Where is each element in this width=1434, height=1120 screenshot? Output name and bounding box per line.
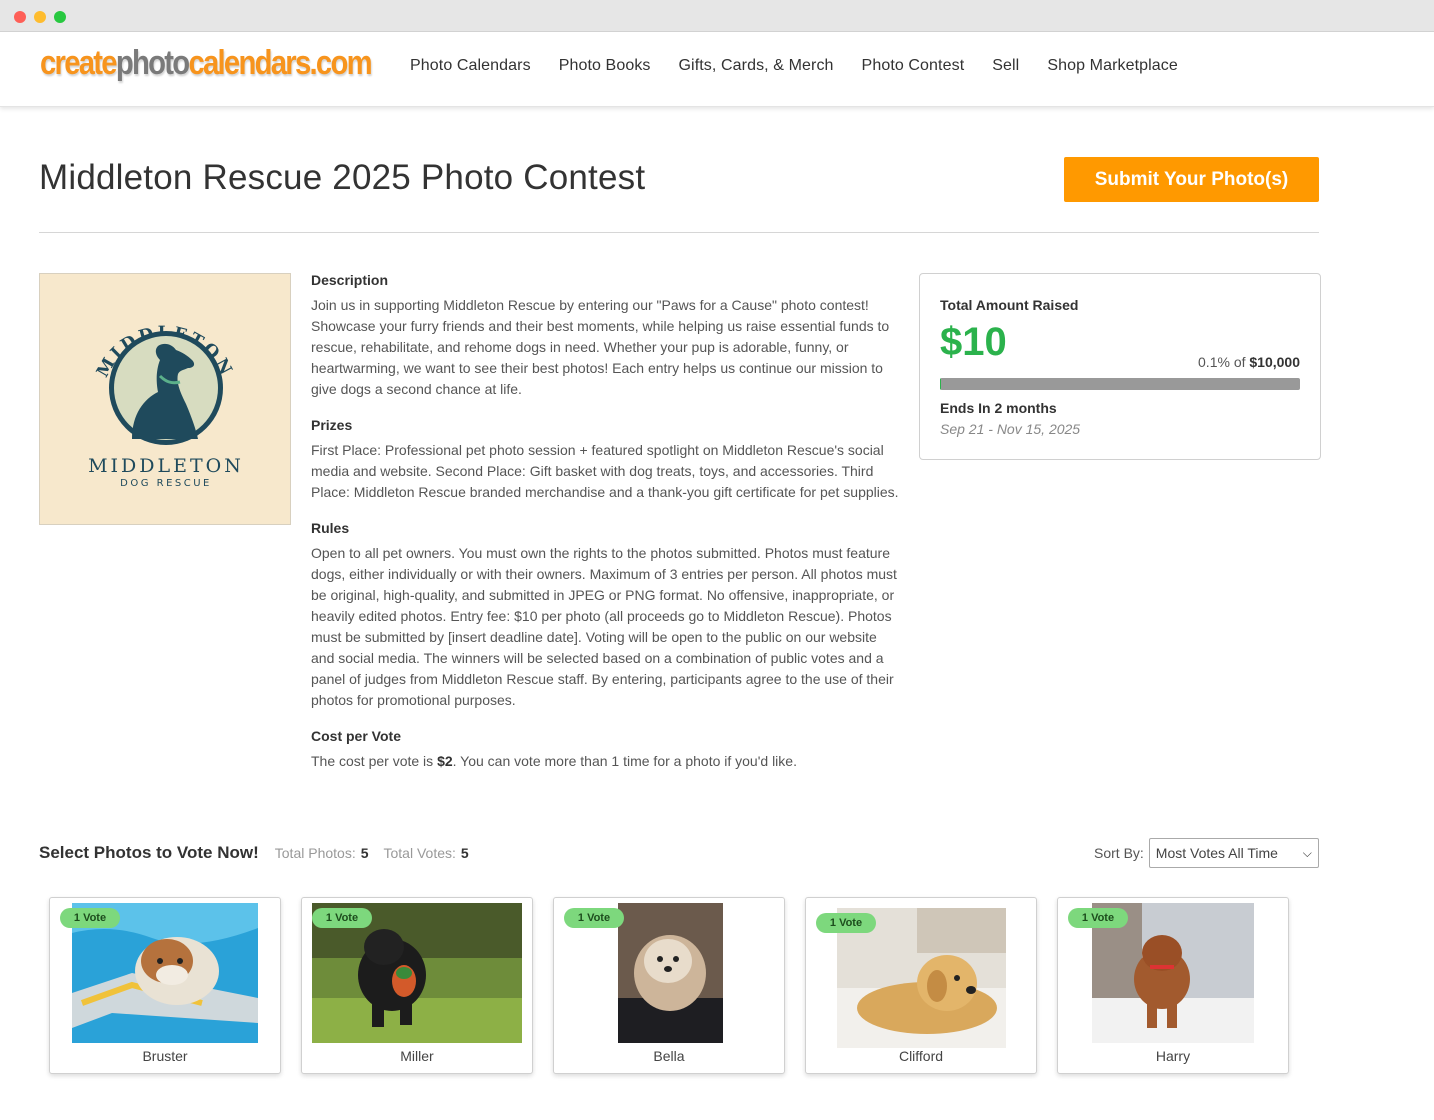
maximize-window-icon[interactable]	[54, 11, 66, 23]
photo-name: Miller	[400, 1048, 434, 1064]
logo-part-photo: photo	[115, 44, 190, 82]
cost-prefix: The cost per vote is	[311, 753, 438, 769]
sort-control: Sort By: Most Votes All Time ⌵	[1094, 838, 1319, 868]
prizes-heading: Prizes	[311, 417, 353, 433]
rules-text: Open to all pet owners. You must own the…	[311, 545, 897, 708]
bella-photo[interactable]	[618, 903, 723, 1043]
vote-count-badge: 1 Vote	[816, 913, 876, 933]
submit-photos-button[interactable]: Submit Your Photo(s)	[1064, 157, 1319, 202]
vote-count-badge: 1 Vote	[312, 908, 372, 928]
photo-name: Clifford	[898, 1048, 944, 1064]
total-photos-label: Total Photos:	[274, 845, 356, 861]
logo-part-com: .com	[309, 44, 373, 82]
goal-amount: $10,000	[1249, 354, 1300, 370]
photo-card-harry[interactable]: 1 Vote Harry	[1057, 897, 1289, 1074]
photo-name: Bella	[653, 1048, 685, 1064]
nav-photo-books[interactable]: Photo Books	[559, 57, 651, 75]
sort-select[interactable]: Most Votes All Time ⌵	[1148, 838, 1319, 868]
nav-sell[interactable]: Sell	[992, 57, 1019, 75]
fundraiser-panel: Total Amount Raised $10 0.1% of $10,000 …	[919, 273, 1321, 460]
goal-percent: 0.1% of $10,000	[1198, 354, 1300, 370]
cost-suffix: . You can vote more than 1 time for a ph…	[452, 753, 797, 769]
sort-value: Most Votes All Time	[1155, 845, 1278, 861]
prizes-text: First Place: Professional pet photo sess…	[311, 442, 899, 500]
logo-part-calendars: calendars	[188, 44, 311, 82]
raised-label: Total Amount Raised	[940, 297, 1079, 313]
contest-ends: Ends In 2 months	[940, 400, 1057, 416]
logo-subtitle-text: DOG RESCUE	[120, 478, 212, 489]
photo-entries: 1 Vote Bruster 1 Vote Miller 1 Vote Bell…	[49, 897, 1289, 1074]
nav-gifts-cards-merch[interactable]: Gifts, Cards, & Merch	[679, 57, 834, 75]
vote-count-badge: 1 Vote	[60, 908, 120, 928]
raised-amount: $10	[940, 320, 1007, 364]
total-votes-label: Total Votes:	[383, 845, 456, 861]
vote-count-badge: 1 Vote	[564, 908, 624, 928]
description-text: Join us in supporting Middleton Rescue b…	[311, 297, 890, 397]
rules-heading: Rules	[311, 520, 350, 536]
rescue-logo-graphic: MIDDLETON MIDDLETON DOG RESCUE	[88, 323, 244, 489]
logo-part-create: create	[40, 44, 118, 82]
voting-title: Select Photos to Vote Now!	[39, 843, 259, 862]
site-logo[interactable]: createphotocalendars.com	[40, 44, 373, 83]
chevron-down-icon: ⌵	[1302, 845, 1312, 860]
vote-count-badge: 1 Vote	[1068, 908, 1128, 928]
photo-card-bella[interactable]: 1 Vote Bella	[553, 897, 785, 1074]
total-photos-value: 5	[360, 845, 369, 861]
voting-header: Select Photos to Vote Now! Total Photos:…	[39, 843, 484, 863]
sort-label: Sort By:	[1094, 845, 1144, 861]
window-titlebar	[0, 0, 1434, 32]
contest-details: Description Join us in supporting Middle…	[311, 272, 903, 789]
fundraiser-progress-bar	[940, 378, 1300, 390]
contest-logo-image: MIDDLETON MIDDLETON DOG RESCUE	[39, 273, 291, 525]
nav-photo-contest[interactable]: Photo Contest	[862, 57, 965, 75]
description-heading: Description	[311, 272, 389, 288]
nav-shop-marketplace[interactable]: Shop Marketplace	[1047, 57, 1178, 75]
photo-name: Harry	[1155, 1048, 1191, 1064]
cost-text: The cost per vote is $2. You can vote mo…	[311, 751, 903, 772]
photo-card-bruster[interactable]: 1 Vote Bruster	[49, 897, 281, 1074]
site-navbar: createphotocalendars.com Photo Calendars…	[0, 32, 1434, 107]
photo-card-miller[interactable]: 1 Vote Miller	[301, 897, 533, 1074]
cost-amount: $2	[437, 753, 453, 769]
contest-dates: Sep 21 - Nov 15, 2025	[940, 421, 1081, 437]
goal-percent-text: 0.1% of	[1198, 354, 1246, 370]
total-votes-value: 5	[460, 845, 469, 861]
cost-heading: Cost per Vote	[311, 728, 401, 744]
photo-card-clifford[interactable]: 1 Vote Clifford	[805, 897, 1037, 1074]
nav-photo-calendars[interactable]: Photo Calendars	[410, 57, 531, 75]
header-divider	[39, 232, 1319, 233]
photo-name: Bruster	[142, 1048, 188, 1064]
main-nav: Photo Calendars Photo Books Gifts, Cards…	[410, 57, 1178, 75]
minimize-window-icon[interactable]	[34, 11, 46, 23]
page-title: Middleton Rescue 2025 Photo Contest	[39, 158, 646, 197]
close-window-icon[interactable]	[14, 11, 26, 23]
logo-name-text: MIDDLETON	[88, 455, 244, 477]
